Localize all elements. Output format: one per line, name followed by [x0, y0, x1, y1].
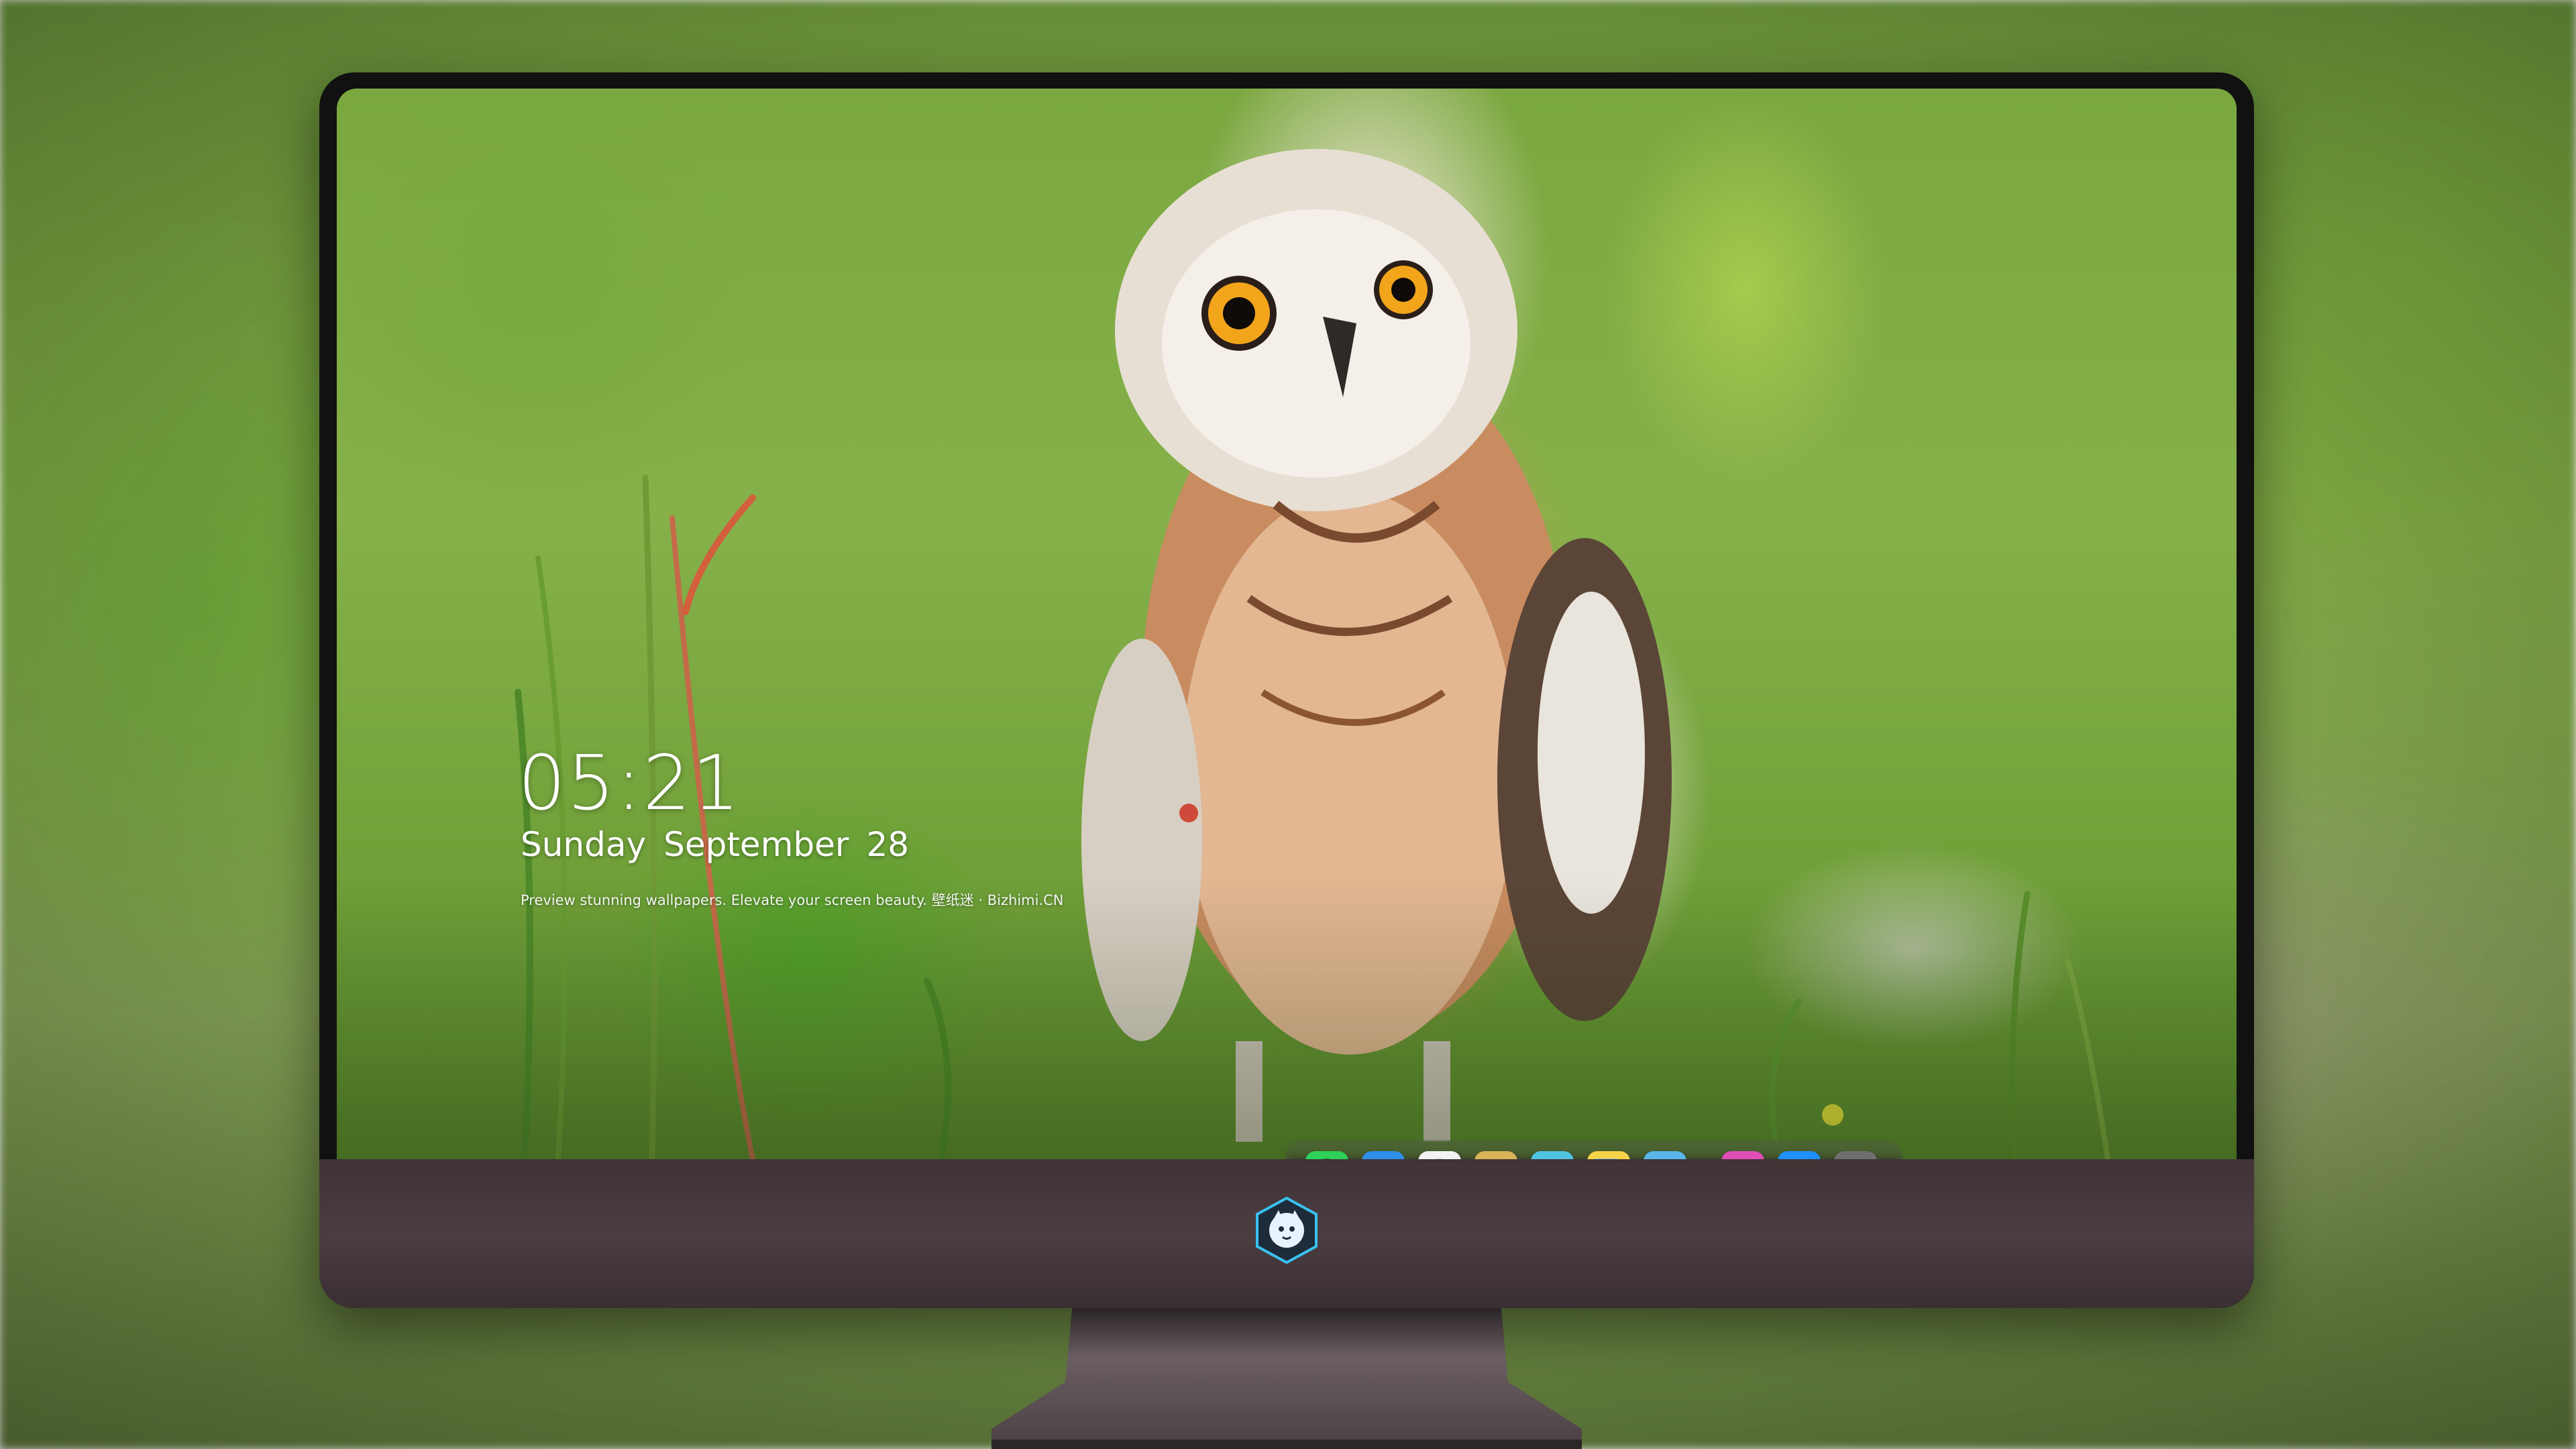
lock-screen-day: Sunday	[521, 825, 647, 864]
lock-screen-time: 05:21	[518, 740, 741, 827]
monitor-chin	[319, 1159, 2254, 1308]
lock-screen-month: September	[663, 825, 849, 864]
mascot-logo-icon	[1256, 1197, 1318, 1264]
lock-screen-caption: Preview stunning wallpapers. Elevate you…	[521, 892, 1064, 908]
lock-screen-day-number: 28	[866, 825, 910, 864]
monitor-stand	[991, 1308, 1582, 1449]
screen: 05:21 Sunday September 28 Preview stunning…	[337, 89, 2237, 1159]
monitor: 05:21 Sunday September 28 Preview stunning…	[319, 72, 2254, 1308]
lock-screen-date: Sunday September 28	[521, 825, 926, 864]
red-leaf	[1179, 804, 1198, 822]
screen-bottom-shade	[337, 877, 2237, 1159]
